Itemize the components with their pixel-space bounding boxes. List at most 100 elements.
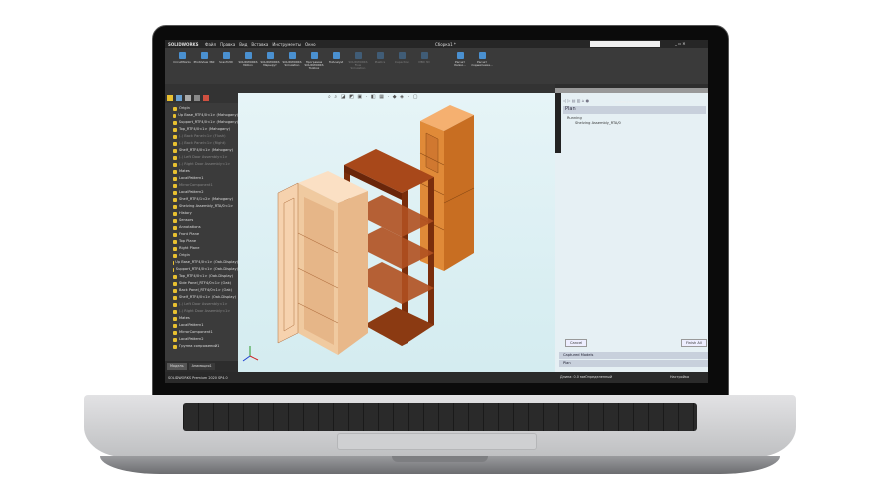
tree-item-label: Mates [179, 316, 190, 320]
tree-item[interactable]: Side Panel_RTF4/0<1> (Oak) [173, 280, 238, 287]
tree-item[interactable]: Right Plane [173, 245, 238, 252]
tree-item[interactable]: Shelf_RTF4/0<1> (Oak-Display) [173, 294, 238, 301]
tree-item-label: LocalPattern1 [179, 323, 204, 327]
tree-item[interactable]: Up Base_RTF4/0<1> (Mahogany) [173, 112, 238, 119]
tree-item-label: Support_RTF4/0<1> (Oak-Display) [175, 267, 238, 271]
document-title: Сборка1 * [435, 42, 456, 47]
view-triad [242, 346, 259, 362]
ribbon-button[interactable]: MBD 3D [413, 52, 435, 64]
ribbon-button[interactable]: TolAnalyst [325, 52, 347, 64]
tree-item[interactable]: Top_RTF4/0<1> (Mahogany) [173, 126, 238, 133]
menu-item[interactable]: Правка [220, 42, 235, 47]
menu-item[interactable]: Вставка [251, 42, 268, 47]
status-bar: SOLIDWORKS Premium 2020 SP4.0 Длина: 0.0… [165, 372, 708, 383]
tree-item[interactable]: LocalPattern1 [173, 322, 238, 329]
ribbon-icon [376, 52, 384, 59]
window-controls[interactable]: _ ▫ ✕ [675, 41, 686, 46]
tree-item[interactable]: (-) Left Door Assembly<1> [173, 154, 238, 161]
tree-item-icon [173, 330, 177, 335]
tree-item-label: Origin [179, 106, 190, 110]
tree-item[interactable]: Группа сопряжений1 [173, 343, 238, 350]
tree-item[interactable]: Origin [173, 105, 238, 112]
task-pane-toolbar[interactable]: ◁ ▷ ▤ ▥ ⌂ ● [563, 98, 706, 104]
bottom-tab[interactable]: Модель [167, 363, 187, 370]
tree-item[interactable]: Up Base_RTF4/0<1> (Oak-Display) [173, 259, 238, 266]
ribbon-button[interactable]: Расчет подшипника... [471, 52, 493, 67]
ribbon-button[interactable]: SOLIDWORKS Flow Simulation [347, 52, 369, 71]
tree-item[interactable]: Front Plane [173, 231, 238, 238]
finish-all-button[interactable]: Finish All [681, 339, 707, 347]
config-icon[interactable] [185, 95, 191, 101]
tree-item[interactable]: LocalPattern1 [173, 175, 238, 182]
task-pane-tabs[interactable] [555, 93, 561, 153]
property-icon[interactable] [176, 95, 182, 101]
menu-item[interactable]: Инструменты [272, 42, 301, 47]
tree-item-label: Top_RTF4/0<1> (Oak-Display) [179, 274, 234, 278]
menu-item[interactable]: Файл [205, 42, 216, 47]
plan-panel[interactable]: Plan [559, 360, 708, 367]
ribbon-button[interactable]: ScanTo3D [215, 52, 237, 64]
search-input[interactable]: Поиск в Справке по SOLIDWORKS [590, 41, 660, 57]
tree-item[interactable]: Sensors [173, 217, 238, 224]
tree-item-label: Side Panel_RTF4/0<1> (Oak) [179, 281, 232, 285]
tree-item[interactable]: History [173, 210, 238, 217]
ribbon-button[interactable]: CircuitWorks [171, 52, 193, 64]
tree-item-label: LocalPattern1 [179, 176, 204, 180]
ribbon-label: Программа SOLIDWORKS Toolbox [304, 60, 324, 71]
ribbon-button[interactable]: PhotoView 360 [193, 52, 215, 64]
tree-item-label: Up Base_RTF4/0<1> (Oak-Display) [175, 260, 238, 264]
tree-item[interactable]: Top Plane [173, 238, 238, 245]
tree-item[interactable]: Mates [173, 315, 238, 322]
tree-item-label: Top Plane [179, 239, 197, 243]
ribbon-button[interactable]: SOLIDWORKS Маршрут [259, 52, 281, 67]
feature-tree-icon[interactable] [167, 95, 173, 101]
tree-child-assembly[interactable]: Shelving Assembly_RTA/0 [575, 121, 621, 125]
tree-item[interactable]: Shelf_RTF4/1<2> (Mahogany) [173, 196, 238, 203]
tree-item[interactable]: Mates [173, 168, 238, 175]
ribbon-button[interactable]: Программа SOLIDWORKS Toolbox [303, 52, 325, 71]
menu-item[interactable]: Окно [305, 42, 316, 47]
ribbon-label: TolAnalyst [328, 60, 344, 64]
tree-item[interactable]: Annotations [173, 224, 238, 231]
tree-item[interactable]: MirrorComponent1 [173, 182, 238, 189]
status-custom[interactable]: Настройка [670, 375, 689, 379]
keyboard [183, 403, 697, 431]
tree-item[interactable]: Top_RTF4/0<1> (Oak-Display) [173, 273, 238, 280]
tree-item[interactable]: (-) Back Panel<1> (Right) [173, 140, 238, 147]
ribbon-button[interactable]: Inspection [391, 52, 413, 64]
tree-item-label: Annotations [179, 225, 201, 229]
tree-item[interactable]: (-) Back Panel<1> (Flush) [173, 133, 238, 140]
tree-item[interactable]: MirrorComponent1 [173, 329, 238, 336]
display-icon[interactable] [203, 95, 209, 101]
ribbon-button[interactable]: Plastics [369, 52, 391, 64]
tree-item[interactable]: Origin [173, 252, 238, 259]
menu-item[interactable]: Вид [239, 42, 247, 47]
tree-item-label: Группа сопряжений1 [179, 344, 220, 348]
cancel-button[interactable]: Cancel [565, 339, 588, 347]
tree-item[interactable]: Shelf_RTF4/0<1> (Mahogany) [173, 147, 238, 154]
tree-item[interactable]: (-) Right Door Assembly<1> [173, 161, 238, 168]
ribbon-icon [266, 52, 274, 59]
tree-item[interactable]: Support_RTF4/0<1> (Oak-Display) [173, 266, 238, 273]
tree-item[interactable]: Back Panel_RTF4/0<1> (Oak) [173, 287, 238, 294]
tree-item[interactable]: Support_RTF4/0<1> (Mahogany) [173, 119, 238, 126]
tree-item-icon [173, 148, 177, 153]
tree-root-running[interactable]: Running [567, 116, 582, 120]
ribbon-button[interactable]: SOLIDWORKS Motion [237, 52, 259, 67]
ribbon-button[interactable]: Расчет балки... [449, 52, 471, 67]
tree-item-label: MirrorComponent1 [179, 183, 213, 187]
tree-item[interactable]: Shelving Assembly_RTA/0<1> [173, 203, 238, 210]
dim-expert-icon[interactable] [194, 95, 200, 101]
graphics-viewport[interactable]: ⌕ ⌕ ◪ ◩ ▣ · ◧ ▦ · ◆ ◈ · ▢ [238, 93, 555, 372]
bottom-tab[interactable]: Анимация1 [188, 363, 215, 370]
tree-item[interactable]: LocalPattern2 [173, 189, 238, 196]
captured-models-panel[interactable]: Captured Models [559, 352, 708, 359]
tree-item[interactable]: (-) Left Door Assembly<1> [173, 301, 238, 308]
tree-item[interactable]: LocalPattern2 [173, 336, 238, 343]
tree-item-label: Shelf_RTF4/0<1> (Mahogany) [179, 148, 234, 152]
ribbon-label: CircuitWorks [173, 60, 191, 64]
ribbon-button[interactable]: SOLIDWORKS Simulation [281, 52, 303, 67]
ribbon-label: ScanTo3D [219, 60, 233, 64]
tree-item-label: (-) Right Door Assembly<1> [179, 162, 231, 166]
tree-item[interactable]: (-) Right Door Assembly<1> [173, 308, 238, 315]
